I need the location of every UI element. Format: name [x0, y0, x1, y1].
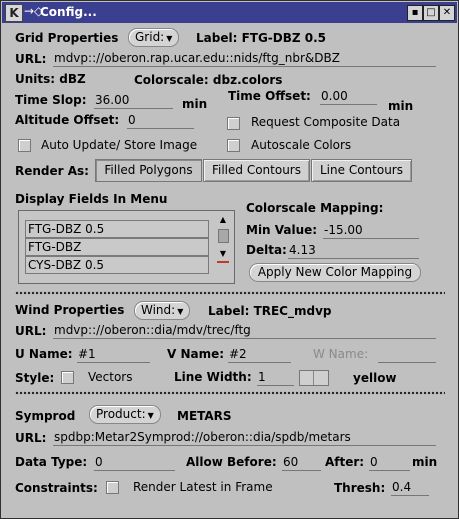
- product-menu-label: Product:: [96, 407, 146, 421]
- separator: [15, 391, 445, 397]
- window-title: Config...: [40, 5, 97, 19]
- v-name-field[interactable]: #2: [228, 346, 291, 363]
- colorscale-label: Colorscale: dbz.colors: [134, 73, 283, 87]
- autoscale-checkbox[interactable]: [227, 139, 240, 152]
- colorscale-mapping-label: Colorscale Mapping:: [246, 201, 384, 215]
- thresh-label: Thresh:: [334, 481, 386, 495]
- grid-menu-button[interactable]: Grid: ▼: [128, 28, 180, 47]
- scroll-down-icon[interactable]: ▼: [217, 249, 229, 259]
- product-name: METARS: [177, 409, 232, 423]
- time-slop-unit: min: [182, 97, 208, 111]
- thresh-field[interactable]: 0.4: [391, 479, 429, 496]
- min-value-field[interactable]: -15.00: [323, 222, 419, 239]
- style-value: Vectors: [88, 370, 133, 384]
- apply-color-mapping-button[interactable]: Apply New Color Mapping: [249, 263, 421, 282]
- w-name-field[interactable]: [378, 346, 436, 363]
- delta-field[interactable]: 4.13: [288, 242, 419, 259]
- allow-before-field[interactable]: 60: [282, 454, 321, 471]
- v-name-label: V Name:: [167, 347, 225, 361]
- after-label: After:: [325, 455, 365, 469]
- grid-properties-heading: Grid Properties: [15, 31, 119, 45]
- display-fields-scrollbar[interactable]: ▲ ▼: [217, 215, 229, 267]
- w-name-label: W Name:: [313, 347, 369, 361]
- data-type-field[interactable]: 0: [94, 454, 175, 471]
- time-offset-field[interactable]: 0.00: [320, 88, 377, 105]
- symprod-url-field[interactable]: spdbp:Metar2Symprod://oberon::dia/spdb/m…: [53, 429, 436, 446]
- close-icon[interactable]: ✕: [439, 5, 455, 21]
- request-composite-checkbox[interactable]: [227, 117, 240, 130]
- scroll-thumb[interactable]: [218, 229, 229, 243]
- symprod-heading: Symprod: [15, 409, 76, 423]
- list-item[interactable]: FTG-DBZ 0.5: [25, 220, 209, 238]
- grid-url-field[interactable]: mdvp:://oberon.rap.ucar.edu::nids/ftg_nb…: [53, 50, 436, 67]
- symprod-url-label: URL:: [15, 431, 47, 445]
- delta-label: Delta:: [246, 243, 287, 257]
- render-latest-label: Render Latest in Frame: [133, 480, 273, 494]
- list-item[interactable]: CYS-DBZ 0.5: [25, 256, 209, 274]
- wind-menu-button[interactable]: Wind: ▼: [134, 301, 191, 320]
- time-slop-label: Time Slop:: [15, 93, 87, 107]
- grid-menu-label: Grid:: [135, 30, 165, 44]
- render-as-label: Render As:: [15, 164, 89, 178]
- after-field[interactable]: 0: [369, 454, 410, 471]
- after-unit: min: [412, 455, 438, 469]
- render-line-contours-button[interactable]: Line Contours: [311, 159, 412, 182]
- min-value-label: Min Value:: [246, 223, 318, 237]
- allow-before-label: Allow Before:: [186, 455, 277, 469]
- chevron-down-icon: ▼: [177, 307, 184, 316]
- autoscale-label: Autoscale Colors: [251, 138, 352, 152]
- auto-update-checkbox[interactable]: [18, 139, 31, 152]
- constraints-label: Constraints:: [15, 481, 98, 495]
- grid-url-label: URL:: [15, 52, 47, 66]
- style-label: Style:: [15, 371, 55, 385]
- wind-url-label: URL:: [15, 324, 47, 338]
- title-bar[interactable]: K →◇ Config... ▪ □ ✕: [2, 2, 457, 23]
- config-window: K →◇ Config... ▪ □ ✕ Grid Properties Gri…: [0, 0, 459, 519]
- line-width-spinner[interactable]: [299, 370, 329, 386]
- chevron-down-icon: ▼: [166, 34, 173, 43]
- wind-label: Label: TREC_mdvp: [208, 304, 332, 318]
- scroll-marker: [217, 261, 229, 263]
- product-menu-button[interactable]: Product: ▼: [89, 405, 161, 424]
- auto-update-label: Auto Update/ Store Image: [41, 138, 198, 152]
- time-offset-label: Time Offset:: [228, 89, 311, 103]
- wind-menu-label: Wind:: [141, 303, 176, 317]
- list-item[interactable]: FTG-DBZ: [25, 238, 209, 256]
- wind-color-label: yellow: [353, 371, 397, 385]
- time-slop-field[interactable]: 36.00: [94, 92, 173, 109]
- u-name-label: U Name:: [15, 347, 73, 361]
- render-filled-polygons-button[interactable]: Filled Polygons: [95, 159, 202, 182]
- units-label: Units: dBZ: [15, 72, 86, 86]
- wind-properties-heading: Wind Properties: [15, 303, 125, 317]
- maximize-icon[interactable]: □: [423, 5, 439, 21]
- u-name-field[interactable]: #1: [77, 346, 150, 363]
- render-latest-checkbox[interactable]: [106, 481, 119, 494]
- kde-logo-icon[interactable]: K: [5, 4, 23, 22]
- grid-label: Label: FTG-DBZ 0.5: [196, 31, 327, 45]
- display-fields-label: Display Fields In Menu: [15, 192, 168, 206]
- altitude-offset-label: Altitude Offset:: [15, 113, 120, 127]
- time-offset-unit: min: [388, 99, 414, 113]
- wind-url-field[interactable]: mdvp:://oberon::dia/mdv/trec/ftg: [53, 322, 436, 339]
- data-type-label: Data Type:: [15, 455, 88, 469]
- scroll-up-icon[interactable]: ▲: [217, 215, 229, 225]
- style-option-menu[interactable]: [61, 371, 74, 384]
- chevron-down-icon: ▼: [147, 411, 154, 420]
- render-filled-contours-button[interactable]: Filled Contours: [203, 159, 310, 182]
- line-width-label: Line Width:: [174, 370, 252, 384]
- display-fields-list[interactable]: FTG-DBZ 0.5 FTG-DBZ CYS-DBZ 0.5: [18, 210, 235, 284]
- line-width-field[interactable]: 1: [257, 369, 294, 386]
- request-composite-label: Request Composite Data: [251, 115, 401, 129]
- separator: [15, 291, 445, 297]
- minimize-icon[interactable]: ▪: [407, 5, 423, 21]
- altitude-offset-field[interactable]: 0: [127, 112, 194, 129]
